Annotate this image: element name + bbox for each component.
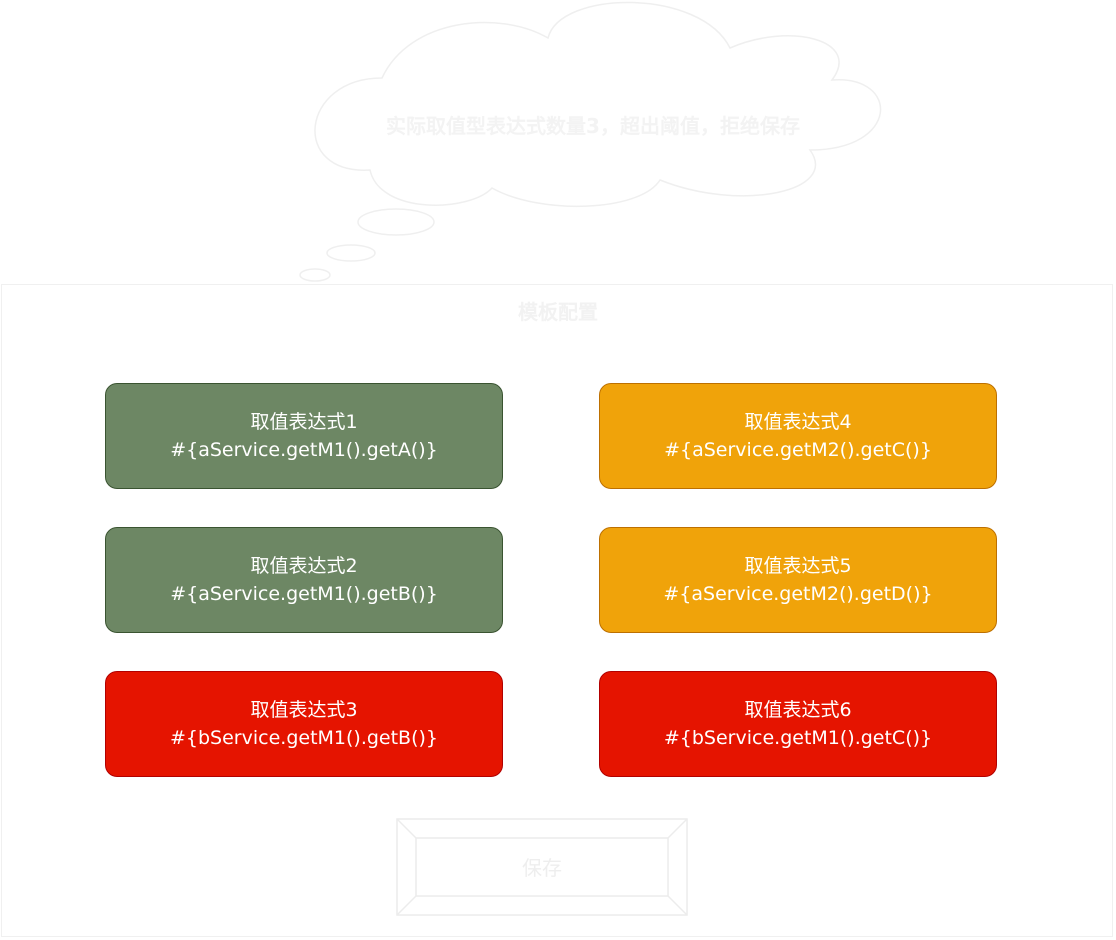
thought-cloud <box>299 1 882 282</box>
expression-name: 取值表达式3 <box>250 699 358 721</box>
expression-card-2: 取值表达式2 #{aService.getM1().getB()} <box>105 527 503 633</box>
expression-name: 取值表达式5 <box>744 555 852 577</box>
expression-card-4: 取值表达式4 #{aService.getM2().getC()} <box>599 383 997 489</box>
expression-name: 取值表达式4 <box>744 411 852 433</box>
expression-code: #{aService.getM1().getB()} <box>170 583 438 605</box>
save-button-label: 保存 <box>522 856 562 880</box>
cloud-bubble-large <box>357 208 435 236</box>
expression-code: #{aService.getM1().getA()} <box>170 439 438 461</box>
expression-card-1: 取值表达式1 #{aService.getM1().getA()} <box>105 383 503 489</box>
cloud-bubble-small <box>299 268 331 282</box>
expression-code: #{aService.getM2().getD()} <box>663 583 933 605</box>
cloud-bubble-medium <box>326 244 376 262</box>
expression-card-3: 取值表达式3 #{bService.getM1().getB()} <box>105 671 503 777</box>
expression-name: 取值表达式1 <box>250 411 358 433</box>
expression-card-6: 取值表达式6 #{bService.getM1().getC()} <box>599 671 997 777</box>
expression-code: #{bService.getM1().getB()} <box>169 727 439 749</box>
panel-title: 模板配置 <box>518 300 598 324</box>
expression-name: 取值表达式6 <box>744 699 852 721</box>
thought-message: 实际取值型表达式数量3，超出阈值，拒绝保存 <box>386 114 800 138</box>
expression-code: #{bService.getM1().getC()} <box>663 727 933 749</box>
cloud-shape <box>314 1 882 208</box>
expression-card-5: 取值表达式5 #{aService.getM2().getD()} <box>599 527 997 633</box>
expression-code: #{aService.getM2().getC()} <box>664 439 932 461</box>
expression-name: 取值表达式2 <box>250 555 358 577</box>
